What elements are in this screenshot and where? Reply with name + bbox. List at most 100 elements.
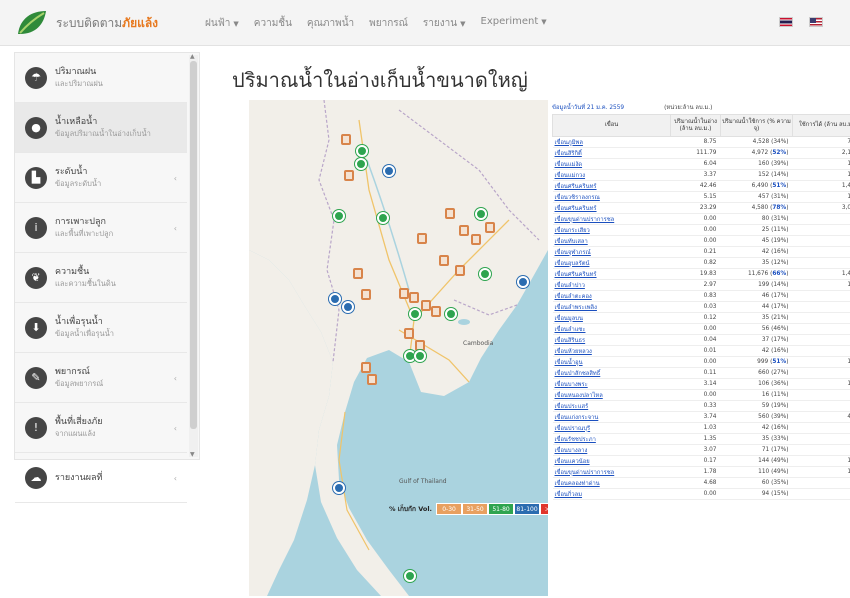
col-header-storage[interactable]: ปริมาณน้ำในอ่าง (ล้าน ลบ.ม.) xyxy=(670,114,721,137)
dam-marker[interactable] xyxy=(404,328,414,339)
storage-cell: 152 (14%) xyxy=(720,169,793,181)
dam-marker[interactable] xyxy=(475,208,487,220)
dam-name-link[interactable]: เขื่อนบางพระ xyxy=(552,378,671,390)
nav-item[interactable]: รายงาน ▼ xyxy=(423,16,466,31)
dam-marker[interactable] xyxy=(361,289,371,300)
dam-name-link[interactable]: เขื่อนห้วยหลวง xyxy=(552,345,671,357)
col-header-usable[interactable]: ใช้การได้ (ล้าน ลบ.ม.) xyxy=(792,114,850,137)
dam-name-link[interactable]: เขื่อนสิริกิติ์ xyxy=(552,147,671,159)
dam-name-link[interactable]: เขื่อนอุบลรัตน์ xyxy=(552,257,671,269)
usable-cell: 728 xyxy=(792,136,850,148)
dam-marker[interactable] xyxy=(421,300,431,311)
sidebar-scrollbar[interactable]: ▲ ▼ xyxy=(189,53,198,458)
dam-name-link[interactable]: เขื่อนวชิราลงกรณ xyxy=(552,191,671,203)
reservoir-map[interactable]: Cambodia Gulf of Thailand % เก็บกัก Vol.… xyxy=(249,100,548,596)
scrollbar-thumb[interactable] xyxy=(190,61,197,429)
dam-marker[interactable] xyxy=(459,225,469,236)
dam-marker[interactable] xyxy=(383,165,395,177)
dam-name-link[interactable]: เขื่อนภูมิพล xyxy=(552,136,671,148)
dam-name-link[interactable]: เขื่อนกิ่วลม xyxy=(552,488,671,500)
dam-marker[interactable] xyxy=(445,208,455,219)
dam-name-link[interactable]: เขื่อนสิรินธร xyxy=(552,334,671,346)
nav-item[interactable]: พยากรณ์ xyxy=(369,16,408,31)
sidebar-item[interactable]: i การเพาะปลูก และพื้นที่เพาะปลูก ‹ xyxy=(15,203,187,253)
dam-marker[interactable] xyxy=(361,362,371,373)
nav-item[interactable]: คุณภาพน้ำ xyxy=(307,16,354,31)
dam-marker[interactable] xyxy=(414,350,426,362)
nav-item[interactable]: ฝนฟ้า ▼ xyxy=(205,16,239,31)
sidebar-item[interactable]: ☂ ปริมาณฝน และปริมาณฝน xyxy=(15,53,187,103)
unit-caption: (หน่วย:ล้าน ลบ.ม.) xyxy=(664,105,713,111)
dam-name-link[interactable]: เขื่อนแควน้อย xyxy=(552,455,671,467)
dam-name-link[interactable]: เขื่อนลำตะคอง xyxy=(552,290,671,302)
dam-name-link[interactable]: เขื่อนประแสร์ xyxy=(552,400,671,412)
dam-marker[interactable] xyxy=(455,265,465,276)
dam-marker[interactable] xyxy=(329,293,341,305)
dam-name-link[interactable]: เขื่อนแม่งัด xyxy=(552,158,671,170)
dam-name-link[interactable]: เขื่อนลำพระเพลิง xyxy=(552,301,671,313)
dam-name-link[interactable]: เขื่อนปราณบุรี xyxy=(552,422,671,434)
dam-name-link[interactable]: เขื่อนแก่งกระจาน xyxy=(552,411,671,423)
english-flag-icon[interactable] xyxy=(809,17,823,27)
dam-marker[interactable] xyxy=(409,308,421,320)
dam-name-link[interactable]: เขื่อนรัชชประภา xyxy=(552,433,671,445)
sidebar-item[interactable]: ✎ พยากรณ์ ข้อมูลพยากรณ์ ‹ xyxy=(15,353,187,403)
sidebar-item[interactable]: ☁ รายงานผลที่ ‹ xyxy=(15,453,187,503)
storage-cell: 35 (12%) xyxy=(720,257,793,269)
brand-link[interactable]: ระบบติดตามภัยแล้ง xyxy=(14,7,158,39)
sidebar-item[interactable]: ❦ ความชื้น และความชื้นในดิน xyxy=(15,253,187,303)
dam-marker[interactable] xyxy=(404,570,416,582)
dam-name-link[interactable]: เขื่อนศรีนครินทร์ xyxy=(552,180,671,192)
dam-name-link[interactable]: เขื่อนป่าสักชลสิทธิ์ xyxy=(552,367,671,379)
dam-name-link[interactable]: เขื่อนจุฬาภรณ์ xyxy=(552,246,671,258)
dam-marker[interactable] xyxy=(471,234,481,245)
dam-name-link[interactable]: เขื่อนหนองปลาไหล xyxy=(552,389,671,401)
thai-flag-icon[interactable] xyxy=(779,17,793,27)
dam-marker[interactable] xyxy=(344,170,354,181)
dam-marker[interactable] xyxy=(517,276,529,288)
dam-marker[interactable] xyxy=(485,222,495,233)
dam-name-link[interactable]: เขื่อนมูลบน xyxy=(552,312,671,324)
dam-marker[interactable] xyxy=(399,288,409,299)
dam-marker[interactable] xyxy=(479,268,491,280)
dam-marker[interactable] xyxy=(367,374,377,385)
dam-name-link[interactable]: เขื่อนขุนด่านปราการชล xyxy=(552,466,671,478)
dam-marker[interactable] xyxy=(445,308,457,320)
dam-marker[interactable] xyxy=(409,292,419,303)
storage-cell: 16 (11%) xyxy=(720,389,793,401)
dam-marker[interactable] xyxy=(355,158,367,170)
sidebar-item-title: ความชื้น xyxy=(55,266,90,277)
dam-marker[interactable] xyxy=(341,134,351,145)
dam-name-link[interactable]: เขื่อนน้ำอูน xyxy=(552,356,671,368)
dam-name-link[interactable]: เขื่อนลำปาว xyxy=(552,279,671,291)
sidebar-item[interactable]: ⬇ น้ำเพื่อรุนน้ำ ข้อมูลน้ำเพื่อรุนน้ำ xyxy=(15,303,187,353)
dam-marker[interactable] xyxy=(333,482,345,494)
col-header-usable-percent[interactable]: ปริมาณน้ำใช้การ (% ความจุ) xyxy=(720,114,793,137)
col-header-dam[interactable]: เขื่อน xyxy=(552,114,671,137)
dam-name-link[interactable]: เขื่อนแม่กวง xyxy=(552,169,671,181)
sidebar-item[interactable]: ▙ ระดับน้ำ ข้อมูลระดับน้ำ ‹ xyxy=(15,153,187,203)
nav-item[interactable]: Experiment ▼ xyxy=(481,16,547,31)
dam-name-link[interactable]: เขื่อนขุนด่านปราการชล xyxy=(552,213,671,225)
dam-name-link[interactable]: เขื่อนบางลาง xyxy=(552,444,671,456)
dam-name-link[interactable]: เขื่อนกระเสียว xyxy=(552,224,671,236)
map-label-gulf: Gulf of Thailand xyxy=(399,478,447,485)
dam-marker[interactable] xyxy=(439,255,449,266)
dam-name-link[interactable]: เขื่อนทับเสลา xyxy=(552,235,671,247)
inflow-cell: 4.68 xyxy=(670,477,721,489)
dam-name-link[interactable]: เขื่อนศรีนครินทร์ xyxy=(552,268,671,280)
dam-marker[interactable] xyxy=(417,233,427,244)
dam-marker[interactable] xyxy=(377,212,389,224)
dam-name-link[interactable]: เขื่อนลำแซะ xyxy=(552,323,671,335)
dam-marker[interactable] xyxy=(356,145,368,157)
sidebar-item[interactable]: ! พื้นที่เสี่ยงภัย จากแผนแล้ง ‹ xyxy=(15,403,187,453)
nav-item[interactable]: ความชื้น xyxy=(254,16,292,31)
dam-name-link[interactable]: เขื่อนศรีนครินทร์ xyxy=(552,202,671,214)
dam-name-link[interactable]: เขื่อนคลองท่าด่าน xyxy=(552,477,671,489)
dam-marker[interactable] xyxy=(353,268,363,279)
storage-cell: 59 (19%) xyxy=(720,400,793,412)
dam-marker[interactable] xyxy=(431,306,441,317)
sidebar-item[interactable]: ● น้ำเหลือน้ำ ข้อมูลปริมาณน้ำในอ่างเก็บน้ำ xyxy=(15,103,187,153)
dam-marker[interactable] xyxy=(333,210,345,222)
dam-marker[interactable] xyxy=(342,301,354,313)
